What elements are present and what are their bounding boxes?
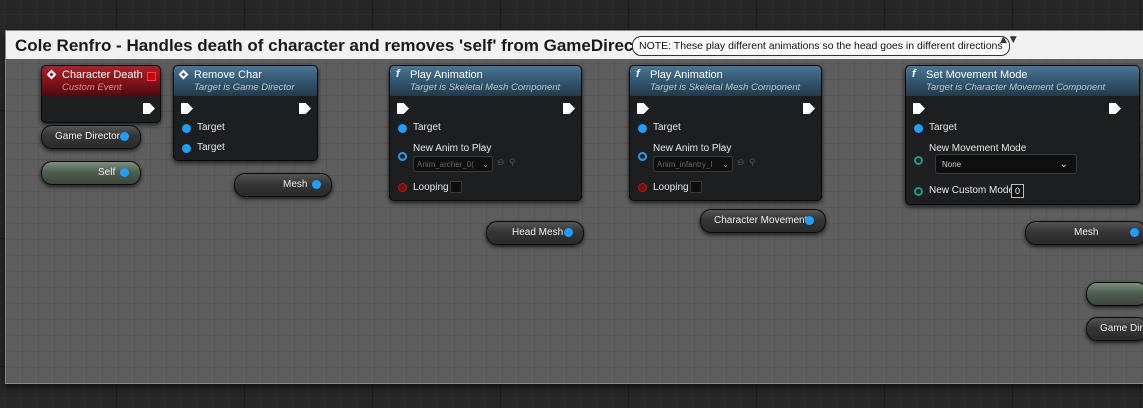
var-label: Self — [98, 167, 116, 178]
var-character-movement[interactable]: Character Movement — [700, 209, 826, 233]
search-icon[interactable]: ⚲ — [509, 157, 516, 168]
var-label: Mesh — [283, 179, 308, 190]
dropdown-value: Anim_archer_0( — [417, 160, 474, 169]
comment-note-bubble[interactable]: NOTE: These play different animations so… — [632, 36, 1010, 56]
exec-in-pin[interactable] — [637, 103, 649, 114]
node-play-animation-2[interactable]: f Play Animation Target is Skeletal Mesh… — [629, 65, 822, 201]
looping-checkbox[interactable] — [450, 181, 462, 193]
pin-label: Looping — [413, 182, 449, 193]
var-self[interactable]: Self — [41, 161, 141, 185]
var-head-mesh[interactable]: Head Mesh — [486, 221, 584, 245]
var-label: Mesh — [1074, 227, 1099, 238]
node-header: f Set Movement Mode Target is Character … — [906, 66, 1139, 96]
delegate-pin-icon[interactable] — [147, 72, 156, 81]
var-label: Game Direc — [1100, 323, 1143, 334]
browse-icon[interactable]: ⊖ — [737, 157, 745, 168]
pin-label: New Movement Mode — [929, 143, 1027, 154]
looping-pin[interactable] — [638, 183, 647, 192]
movement-mode-pin[interactable] — [914, 156, 923, 165]
target-pin[interactable] — [638, 124, 647, 133]
dropdown-value: None — [942, 160, 962, 169]
search-icon[interactable]: ⚲ — [749, 157, 756, 168]
pin-label: Target — [413, 122, 441, 133]
node-subtitle: Target is Character Movement Component — [926, 82, 1106, 93]
target-pin-2[interactable] — [182, 144, 191, 153]
var-mesh[interactable]: Mesh — [234, 173, 332, 197]
var-self-2[interactable] — [1086, 282, 1143, 306]
anim-pin[interactable] — [398, 152, 407, 161]
looping-pin[interactable] — [398, 183, 407, 192]
exec-in-pin[interactable] — [181, 103, 193, 114]
pin-label: Target — [197, 122, 225, 133]
movement-mode-dropdown[interactable]: None ⌄ — [935, 154, 1077, 174]
custom-mode-pin[interactable] — [914, 187, 923, 196]
node-set-movement-mode[interactable]: f Set Movement Mode Target is Character … — [905, 65, 1140, 205]
exec-out-pin[interactable] — [143, 103, 155, 114]
anim-asset-dropdown[interactable]: Anim_infantry_I ⌄ — [653, 156, 733, 172]
node-title: Play Animation — [410, 69, 483, 81]
event-icon — [46, 69, 57, 80]
node-play-animation-1[interactable]: f Play Animation Target is Skeletal Mesh… — [389, 65, 582, 201]
node-character-death[interactable]: Character Death Custom Event — [41, 65, 161, 123]
pin-label: New Anim to Play — [653, 143, 732, 154]
pin-label: Target — [929, 122, 957, 133]
var-game-director[interactable]: Game Director — [41, 125, 141, 149]
var-label: Head Mesh — [512, 227, 564, 238]
function-icon: f — [396, 68, 400, 80]
node-header: f Play Animation Target is Skeletal Mesh… — [630, 66, 821, 96]
looping-checkbox[interactable] — [690, 181, 702, 193]
node-remove-char[interactable]: Remove Char Target is Game Director Targ… — [173, 65, 318, 161]
exec-out-pin[interactable] — [1109, 103, 1121, 114]
node-title: Character Death — [62, 69, 143, 81]
node-header: f Play Animation Target is Skeletal Mesh… — [390, 66, 581, 96]
anim-asset-dropdown[interactable]: Anim_archer_0( ⌄ — [413, 156, 493, 172]
target-pin-1[interactable] — [182, 124, 191, 133]
exec-out-pin[interactable] — [563, 103, 575, 114]
var-label: Game Director — [55, 131, 121, 142]
var-output-pin[interactable] — [120, 132, 129, 141]
node-subtitle: Target is Game Director — [194, 82, 295, 93]
var-label: Character Movement — [714, 215, 808, 226]
pin-label: Target — [197, 142, 225, 153]
pin-label: Looping — [653, 182, 689, 193]
exec-out-pin[interactable] — [803, 103, 815, 114]
function-icon: f — [636, 68, 640, 80]
exec-out-pin[interactable] — [299, 103, 311, 114]
macro-icon — [178, 69, 189, 80]
exec-in-pin[interactable] — [397, 103, 409, 114]
var-output-pin[interactable] — [805, 216, 814, 225]
function-icon: f — [912, 68, 916, 80]
var-mesh-2[interactable]: Mesh — [1025, 221, 1143, 245]
var-output-pin[interactable] — [564, 228, 573, 237]
chevron-down-icon: ⌄ — [722, 160, 729, 169]
target-pin[interactable] — [914, 124, 923, 133]
custom-mode-input[interactable]: 0 — [1011, 184, 1025, 198]
node-header: Remove Char Target is Game Director — [174, 66, 317, 96]
browse-icon[interactable]: ⊖ — [497, 157, 505, 168]
pin-label: Target — [653, 122, 681, 133]
chevron-down-icon: ⌄ — [1059, 159, 1068, 170]
chevron-down-icon: ⌄ — [482, 160, 489, 169]
node-subtitle: Target is Skeletal Mesh Component — [650, 82, 801, 93]
node-title: Remove Char — [194, 69, 262, 81]
var-game-director-2[interactable]: Game Direc — [1086, 317, 1143, 341]
node-subtitle: Target is Skeletal Mesh Component — [410, 82, 561, 93]
dropdown-value: Anim_infantry_I — [657, 160, 713, 169]
var-output-pin[interactable] — [120, 168, 129, 177]
node-header: Character Death Custom Event — [42, 66, 160, 96]
node-title: Play Animation — [650, 69, 723, 81]
node-title: Set Movement Mode — [926, 69, 1028, 81]
target-pin[interactable] — [398, 124, 407, 133]
var-output-pin[interactable] — [1130, 228, 1139, 237]
pin-label: New Custom Mode — [929, 185, 1015, 196]
note-collapse-icon[interactable]: ▲ ▼ — [1000, 36, 1017, 45]
anim-pin[interactable] — [638, 152, 647, 161]
exec-in-pin[interactable] — [913, 103, 925, 114]
pin-label: New Anim to Play — [413, 143, 492, 154]
var-output-pin[interactable] — [312, 180, 321, 189]
node-subtitle: Custom Event — [62, 82, 122, 93]
